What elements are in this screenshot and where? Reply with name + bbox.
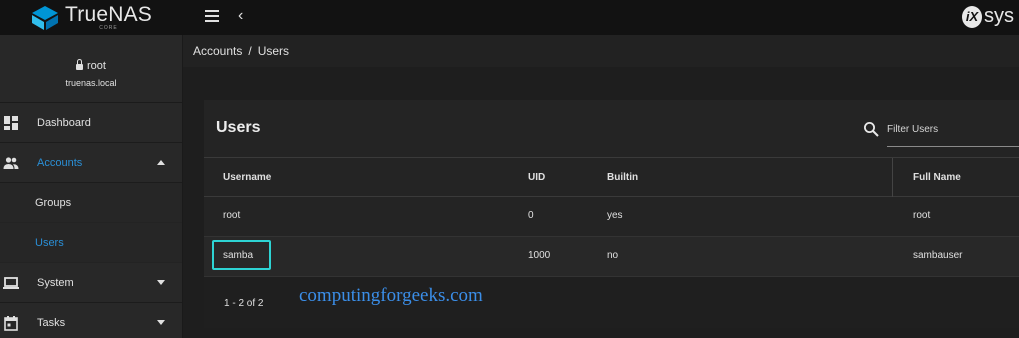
sidebar-item-system[interactable]: System	[0, 263, 182, 303]
logged-in-user: root	[87, 60, 106, 72]
sidebar-item-dashboard[interactable]: Dashboard	[0, 103, 182, 143]
accounts-submenu: Groups Users	[0, 183, 182, 263]
sidebar-item-label: Dashboard	[37, 116, 91, 129]
table-row[interactable]: samba 1000 no sambauser	[204, 237, 1019, 277]
cell-full-name: sambauser	[913, 250, 963, 261]
cell-uid: 0	[528, 210, 534, 221]
chevron-left-icon[interactable]: ‹	[238, 7, 243, 25]
sidebar-subitem-groups[interactable]: Groups	[0, 183, 182, 223]
top-bar: TrueNAS CORE ‹ iX sys	[0, 0, 1019, 35]
sidebar-item-tasks[interactable]: Tasks	[0, 303, 182, 338]
watermark: computingforgeeks.com	[299, 285, 483, 306]
table-row[interactable]: root 0 yes root	[204, 197, 1019, 237]
column-header-uid[interactable]: UID	[528, 172, 545, 183]
sidebar-item-label: System	[37, 276, 74, 289]
breadcrumb-separator: /	[248, 44, 252, 58]
column-header-builtin[interactable]: Builtin	[607, 172, 638, 183]
truenas-logo[interactable]: TrueNAS CORE	[30, 4, 152, 31]
dashboard-icon	[4, 115, 18, 130]
sidebar-item-label: Tasks	[37, 316, 66, 329]
ixsystems-logo: iX sys	[962, 5, 1014, 28]
user-info: root truenas.local	[0, 35, 182, 103]
sidebar-item-accounts[interactable]: Accounts	[0, 143, 182, 183]
column-header-full-name[interactable]: Full Name	[913, 172, 961, 183]
breadcrumb-accounts[interactable]: Accounts	[193, 44, 242, 58]
filter-underline	[887, 146, 1019, 147]
laptop-icon	[3, 276, 19, 289]
sidebar-item-label: Accounts	[37, 156, 83, 169]
table-header: Username UID Builtin Full Name	[204, 157, 1019, 197]
breadcrumb-bar: Accounts / Users	[183, 35, 1019, 67]
cell-full-name: root	[913, 210, 931, 221]
hostname: truenas.local	[65, 78, 117, 88]
people-icon	[3, 156, 19, 169]
filter-users-input[interactable]	[887, 120, 1019, 138]
column-divider	[892, 158, 893, 197]
column-header-username[interactable]: Username	[223, 172, 271, 183]
caret-down-icon[interactable]	[157, 320, 165, 325]
menu-toggle-icon[interactable]	[205, 10, 219, 22]
breadcrumb: Accounts / Users	[193, 44, 289, 58]
cell-builtin: yes	[607, 210, 623, 221]
caret-up-icon[interactable]	[157, 160, 165, 165]
brand-sub: CORE	[99, 25, 118, 31]
cell-builtin: no	[607, 250, 619, 261]
pagination-range: 1 - 2 of 2	[224, 298, 264, 309]
cell-username: root	[223, 210, 241, 221]
cell-username: samba	[223, 250, 254, 261]
card-title: Users	[216, 119, 261, 136]
breadcrumb-users: Users	[257, 44, 290, 58]
ix-mark: iX	[962, 5, 982, 28]
sidebar: root truenas.local Dashboard Accounts Gr…	[0, 35, 183, 338]
filter-users	[863, 120, 1019, 150]
ix-text: sys	[984, 5, 1014, 27]
lock-icon	[76, 59, 84, 70]
truenas-window: TrueNAS CORE ‹ iX sys root truenas.local	[0, 0, 1019, 338]
cell-uid: 1000	[528, 250, 551, 261]
caret-down-icon[interactable]	[157, 280, 165, 285]
calendar-icon	[4, 315, 18, 331]
search-icon	[864, 122, 879, 137]
truenas-logo-icon	[32, 5, 58, 30]
brand-name: TrueNAS	[65, 3, 152, 26]
sidebar-subitem-users[interactable]: Users	[0, 223, 182, 263]
